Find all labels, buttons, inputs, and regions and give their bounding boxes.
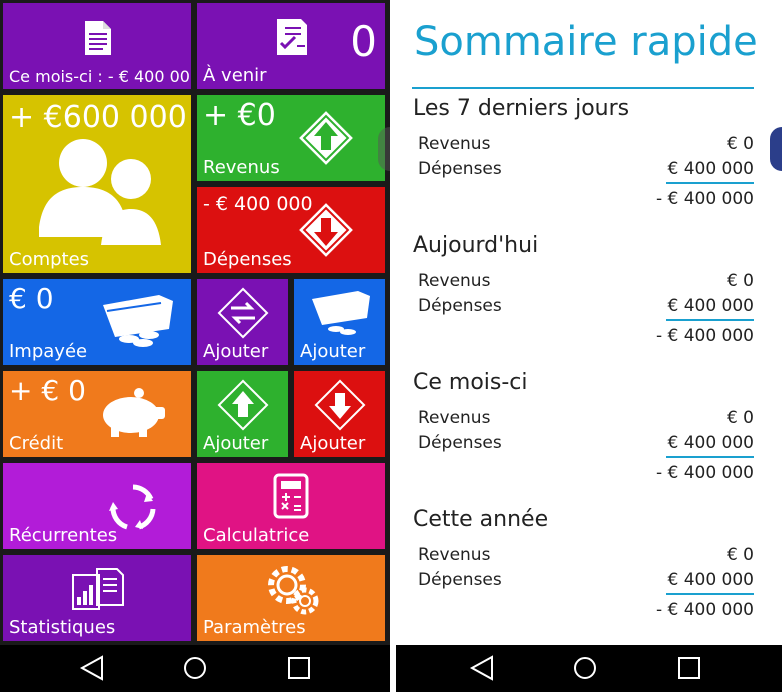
credit-label: Crédit [9, 433, 64, 454]
back-triangle-icon[interactable] [78, 655, 108, 681]
gears-icon [268, 566, 319, 615]
income-value: € 0 [726, 545, 754, 565]
income-label: Revenus [418, 408, 491, 428]
income-label: Revenus [203, 157, 280, 178]
income-label: Revenus [418, 271, 491, 291]
income-value: + €0 [203, 98, 276, 133]
expense-add-label: Ajouter [300, 433, 366, 454]
total-value: - € 400 000 [655, 326, 754, 346]
upcoming-label: À venir [203, 65, 267, 86]
document-icon [85, 21, 111, 55]
tile-credit[interactable]: + € 0 Crédit [3, 371, 191, 457]
tile-expenses[interactable]: - € 400 000 Dépenses [197, 187, 385, 273]
income-label: Revenus [418, 134, 491, 154]
tile-recurring[interactable]: Récurrentes [3, 463, 191, 549]
money-icon [312, 291, 370, 335]
page-title: Sommaire rapide [414, 19, 758, 65]
sum-divider [666, 182, 754, 184]
piggy-bank-icon [103, 388, 165, 437]
edge-handle[interactable] [378, 127, 390, 171]
recents-square-icon[interactable] [284, 655, 314, 681]
expense-label: Dépenses [418, 159, 502, 179]
quick-summary-screen: Sommaire rapide Les 7 derniers jours Rev… [396, 0, 782, 692]
calculator-icon [273, 473, 309, 519]
expense-label: Dépenses [418, 296, 502, 316]
tile-transfer-add[interactable]: Ajouter [197, 279, 288, 365]
section-heading: Ce mois-ci [413, 370, 528, 395]
accounts-value: + €600 000 [9, 100, 187, 135]
statistics-label: Statistiques [9, 617, 116, 638]
main-dashboard-screen: Ce mois-ci : - € 400 000 0 À venir + €60… [0, 0, 390, 692]
checklist-icon [277, 19, 307, 55]
tile-income-add[interactable]: Ajouter [197, 371, 288, 457]
tile-statistics[interactable]: Statistiques [3, 555, 191, 641]
money-icon [103, 295, 173, 347]
android-navbar [0, 645, 390, 692]
up-arrow-icon [217, 379, 269, 431]
recents-square-icon[interactable] [674, 655, 704, 681]
total-value: - € 400 000 [655, 463, 754, 483]
calculator-label: Calculatrice [203, 525, 310, 546]
accounts-label: Comptes [9, 249, 90, 270]
edge-handle[interactable] [770, 127, 782, 171]
month-summary-label: Ce mois-ci : - € 400 000 [9, 67, 191, 86]
section-heading: Les 7 derniers jours [413, 96, 630, 121]
recurring-label: Récurrentes [9, 525, 118, 546]
tile-unpaid-add[interactable]: Ajouter [294, 279, 385, 365]
expense-label: Dépenses [418, 570, 502, 590]
section-heading: Cette année [413, 507, 549, 532]
back-triangle-icon[interactable] [468, 655, 498, 681]
unpaid-value: € 0 [9, 282, 54, 315]
total-value: - € 400 000 [655, 600, 754, 620]
home-circle-icon[interactable] [570, 655, 600, 681]
android-navbar [396, 645, 782, 692]
total-value: - € 400 000 [655, 189, 754, 209]
title-divider [412, 87, 754, 89]
income-add-label: Ajouter [203, 433, 269, 454]
unpaid-add-label: Ajouter [300, 341, 366, 362]
tile-settings[interactable]: Paramètres [197, 555, 385, 641]
expense-value: € 400 000 [667, 296, 754, 316]
transfer-icon [217, 287, 269, 339]
expense-value: € 400 000 [667, 570, 754, 590]
tile-month-summary[interactable]: Ce mois-ci : - € 400 000 [3, 3, 191, 89]
income-value: € 0 [726, 134, 754, 154]
sum-divider [666, 456, 754, 458]
income-value: € 0 [726, 271, 754, 291]
home-circle-icon[interactable] [180, 655, 210, 681]
tile-accounts[interactable]: + €600 000 Comptes [3, 95, 191, 273]
statistics-icon [72, 568, 124, 610]
income-label: Revenus [418, 545, 491, 565]
upcoming-count: 0 [350, 17, 377, 66]
tile-expense-add[interactable]: Ajouter [294, 371, 385, 457]
credit-value: + € 0 [9, 374, 86, 407]
transfer-add-label: Ajouter [203, 341, 269, 362]
section-heading: Aujourd'hui [413, 233, 539, 258]
tile-unpaid[interactable]: € 0 Impayée [3, 279, 191, 365]
expense-value: € 400 000 [667, 433, 754, 453]
people-icon [39, 139, 161, 245]
down-arrow-icon [299, 203, 353, 257]
expense-label: Dépenses [418, 433, 502, 453]
sum-divider [666, 319, 754, 321]
expense-value: € 400 000 [667, 159, 754, 179]
income-value: € 0 [726, 408, 754, 428]
tile-upcoming[interactable]: 0 À venir [197, 3, 385, 89]
unpaid-label: Impayée [9, 341, 88, 362]
expenses-label: Dépenses [203, 249, 292, 270]
tile-calculator[interactable]: Calculatrice [197, 463, 385, 549]
sum-divider [666, 593, 754, 595]
tile-income[interactable]: + €0 Revenus [197, 95, 385, 181]
settings-label: Paramètres [203, 617, 306, 638]
up-arrow-icon [299, 111, 353, 165]
down-arrow-icon [314, 379, 366, 431]
